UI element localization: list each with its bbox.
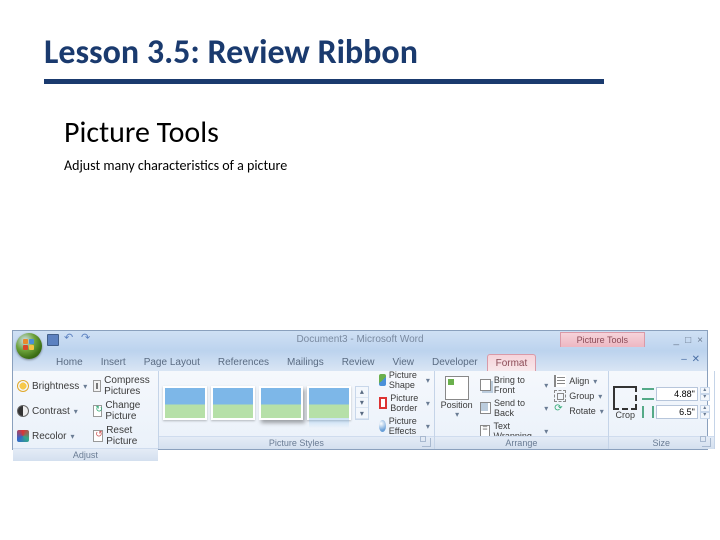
picture-border-icon	[379, 397, 387, 409]
group-icon	[554, 390, 566, 402]
title-underline	[44, 79, 604, 84]
bring-to-front-label: Bring to Front	[494, 375, 540, 395]
tab-home[interactable]: Home	[47, 353, 92, 371]
gallery-expand-icon: ▾	[356, 408, 368, 419]
word-ribbon: Document3 - Microsoft Word Picture Tools…	[12, 330, 708, 450]
align-button[interactable]: Align▾	[554, 374, 604, 388]
height-spinner[interactable]: ▴▾	[700, 387, 710, 401]
change-picture-button[interactable]: Change Picture	[93, 399, 154, 423]
tab-page-layout[interactable]: Page Layout	[135, 353, 209, 371]
bring-to-front-icon	[480, 379, 491, 391]
style-thumb[interactable]	[163, 386, 207, 420]
picture-border-button[interactable]: Picture Border▾	[379, 392, 430, 414]
position-label: Position	[441, 401, 473, 410]
window-controls: _ □ ×	[674, 335, 703, 346]
title-bar: Document3 - Microsoft Word Picture Tools…	[13, 331, 707, 351]
brightness-button[interactable]: Brightness▾	[17, 374, 87, 398]
group-arrange-label: Arrange	[435, 436, 608, 449]
compress-pictures-button[interactable]: Compress Pictures	[93, 374, 154, 398]
picture-effects-icon	[379, 420, 386, 432]
compress-label: Compress Pictures	[104, 375, 154, 397]
recolor-label: Recolor	[32, 431, 66, 442]
contextual-tab-label: Picture Tools	[560, 332, 645, 347]
send-to-back-icon	[480, 402, 491, 414]
width-input[interactable]	[656, 405, 698, 419]
height-icon	[642, 388, 654, 400]
picture-shape-label: Picture Shape	[389, 370, 422, 390]
crop-button[interactable]: Crop	[613, 386, 638, 420]
ribbon-help-controls[interactable]: – ✕	[681, 354, 701, 365]
reset-picture-button[interactable]: Reset Picture	[93, 424, 154, 448]
ribbon-groups: Brightness▾ Compress Pictures Contrast▾ …	[13, 371, 707, 449]
slide-subtitle: Picture Tools	[64, 114, 676, 151]
picture-effects-label: Picture Effects	[389, 416, 422, 436]
slide-description: Adjust many characteristics of a picture	[64, 157, 676, 174]
contrast-icon	[17, 405, 29, 417]
group-adjust-label: Adjust	[13, 448, 158, 461]
brightness-icon	[17, 380, 29, 392]
group-picture-styles: ▴ ▾ ▾ Picture Shape▾ Picture Border▾	[159, 371, 435, 449]
gallery-up-icon: ▴	[356, 387, 368, 398]
ribbon-tabs: Home Insert Page Layout References Maili…	[13, 351, 707, 371]
close-button[interactable]: ×	[697, 335, 703, 346]
group-picture-styles-label: Picture Styles	[159, 436, 434, 449]
group-arrange: Position ▾ Bring to Front▾ Send to Back▾…	[435, 371, 609, 449]
recolor-button[interactable]: Recolor▾	[17, 424, 87, 448]
align-icon	[554, 375, 566, 387]
picture-border-label: Picture Border	[390, 393, 422, 413]
gallery-down-icon: ▾	[356, 398, 368, 409]
minimize-button[interactable]: _	[674, 335, 680, 346]
tab-mailings[interactable]: Mailings	[278, 353, 333, 371]
width-field[interactable]: ▴▾	[642, 405, 710, 419]
slide-title: Lesson 3.5: Review Ribbon	[44, 32, 676, 73]
group-size-label: Size	[609, 436, 714, 449]
style-thumb[interactable]	[211, 386, 255, 420]
height-field[interactable]: ▴▾	[642, 387, 710, 401]
rotate-icon	[554, 405, 566, 417]
height-input[interactable]	[656, 387, 698, 401]
reset-picture-icon	[93, 430, 103, 442]
width-spinner[interactable]: ▴▾	[700, 405, 710, 419]
change-picture-icon	[93, 405, 102, 417]
send-to-back-button[interactable]: Send to Back▾	[480, 397, 548, 419]
contrast-label: Contrast	[32, 406, 70, 417]
position-icon	[445, 376, 469, 400]
style-thumb[interactable]	[259, 386, 303, 420]
compress-icon	[93, 380, 101, 392]
picture-styles-gallery[interactable]: ▴ ▾ ▾	[163, 386, 369, 420]
style-thumb[interactable]	[307, 386, 351, 420]
recolor-icon	[17, 430, 29, 442]
group-adjust: Brightness▾ Compress Pictures Contrast▾ …	[13, 371, 159, 449]
tab-references[interactable]: References	[209, 353, 278, 371]
picture-shape-icon	[379, 374, 386, 386]
group-btn-label: Group	[569, 391, 594, 401]
group-button[interactable]: Group▾	[554, 389, 604, 403]
picture-shape-button[interactable]: Picture Shape▾	[379, 369, 430, 391]
rotate-label: Rotate	[569, 406, 596, 416]
picture-styles-dialog-launcher[interactable]	[422, 438, 431, 447]
tab-format[interactable]: Format	[487, 354, 537, 371]
tab-review[interactable]: Review	[333, 353, 384, 371]
rotate-button[interactable]: Rotate▾	[554, 404, 604, 418]
brightness-label: Brightness	[32, 381, 79, 392]
office-button[interactable]	[16, 333, 42, 359]
crop-icon	[613, 386, 637, 410]
tab-insert[interactable]: Insert	[92, 353, 135, 371]
change-picture-label: Change Picture	[105, 400, 154, 422]
gallery-more-button[interactable]: ▴ ▾ ▾	[355, 386, 369, 420]
position-button[interactable]: Position ▾	[439, 374, 474, 432]
tab-developer[interactable]: Developer	[423, 353, 487, 371]
bring-to-front-button[interactable]: Bring to Front▾	[480, 374, 548, 396]
reset-picture-label: Reset Picture	[106, 425, 154, 447]
align-label: Align	[569, 376, 589, 386]
contrast-button[interactable]: Contrast▾	[17, 399, 87, 423]
send-to-back-label: Send to Back	[494, 398, 540, 418]
maximize-button[interactable]: □	[685, 335, 691, 346]
crop-label: Crop	[616, 411, 636, 420]
width-icon	[642, 406, 654, 418]
size-dialog-launcher[interactable]	[702, 438, 711, 447]
picture-effects-button[interactable]: Picture Effects▾	[379, 415, 430, 437]
group-size: Crop ▴▾ ▴▾ Size	[609, 371, 715, 449]
